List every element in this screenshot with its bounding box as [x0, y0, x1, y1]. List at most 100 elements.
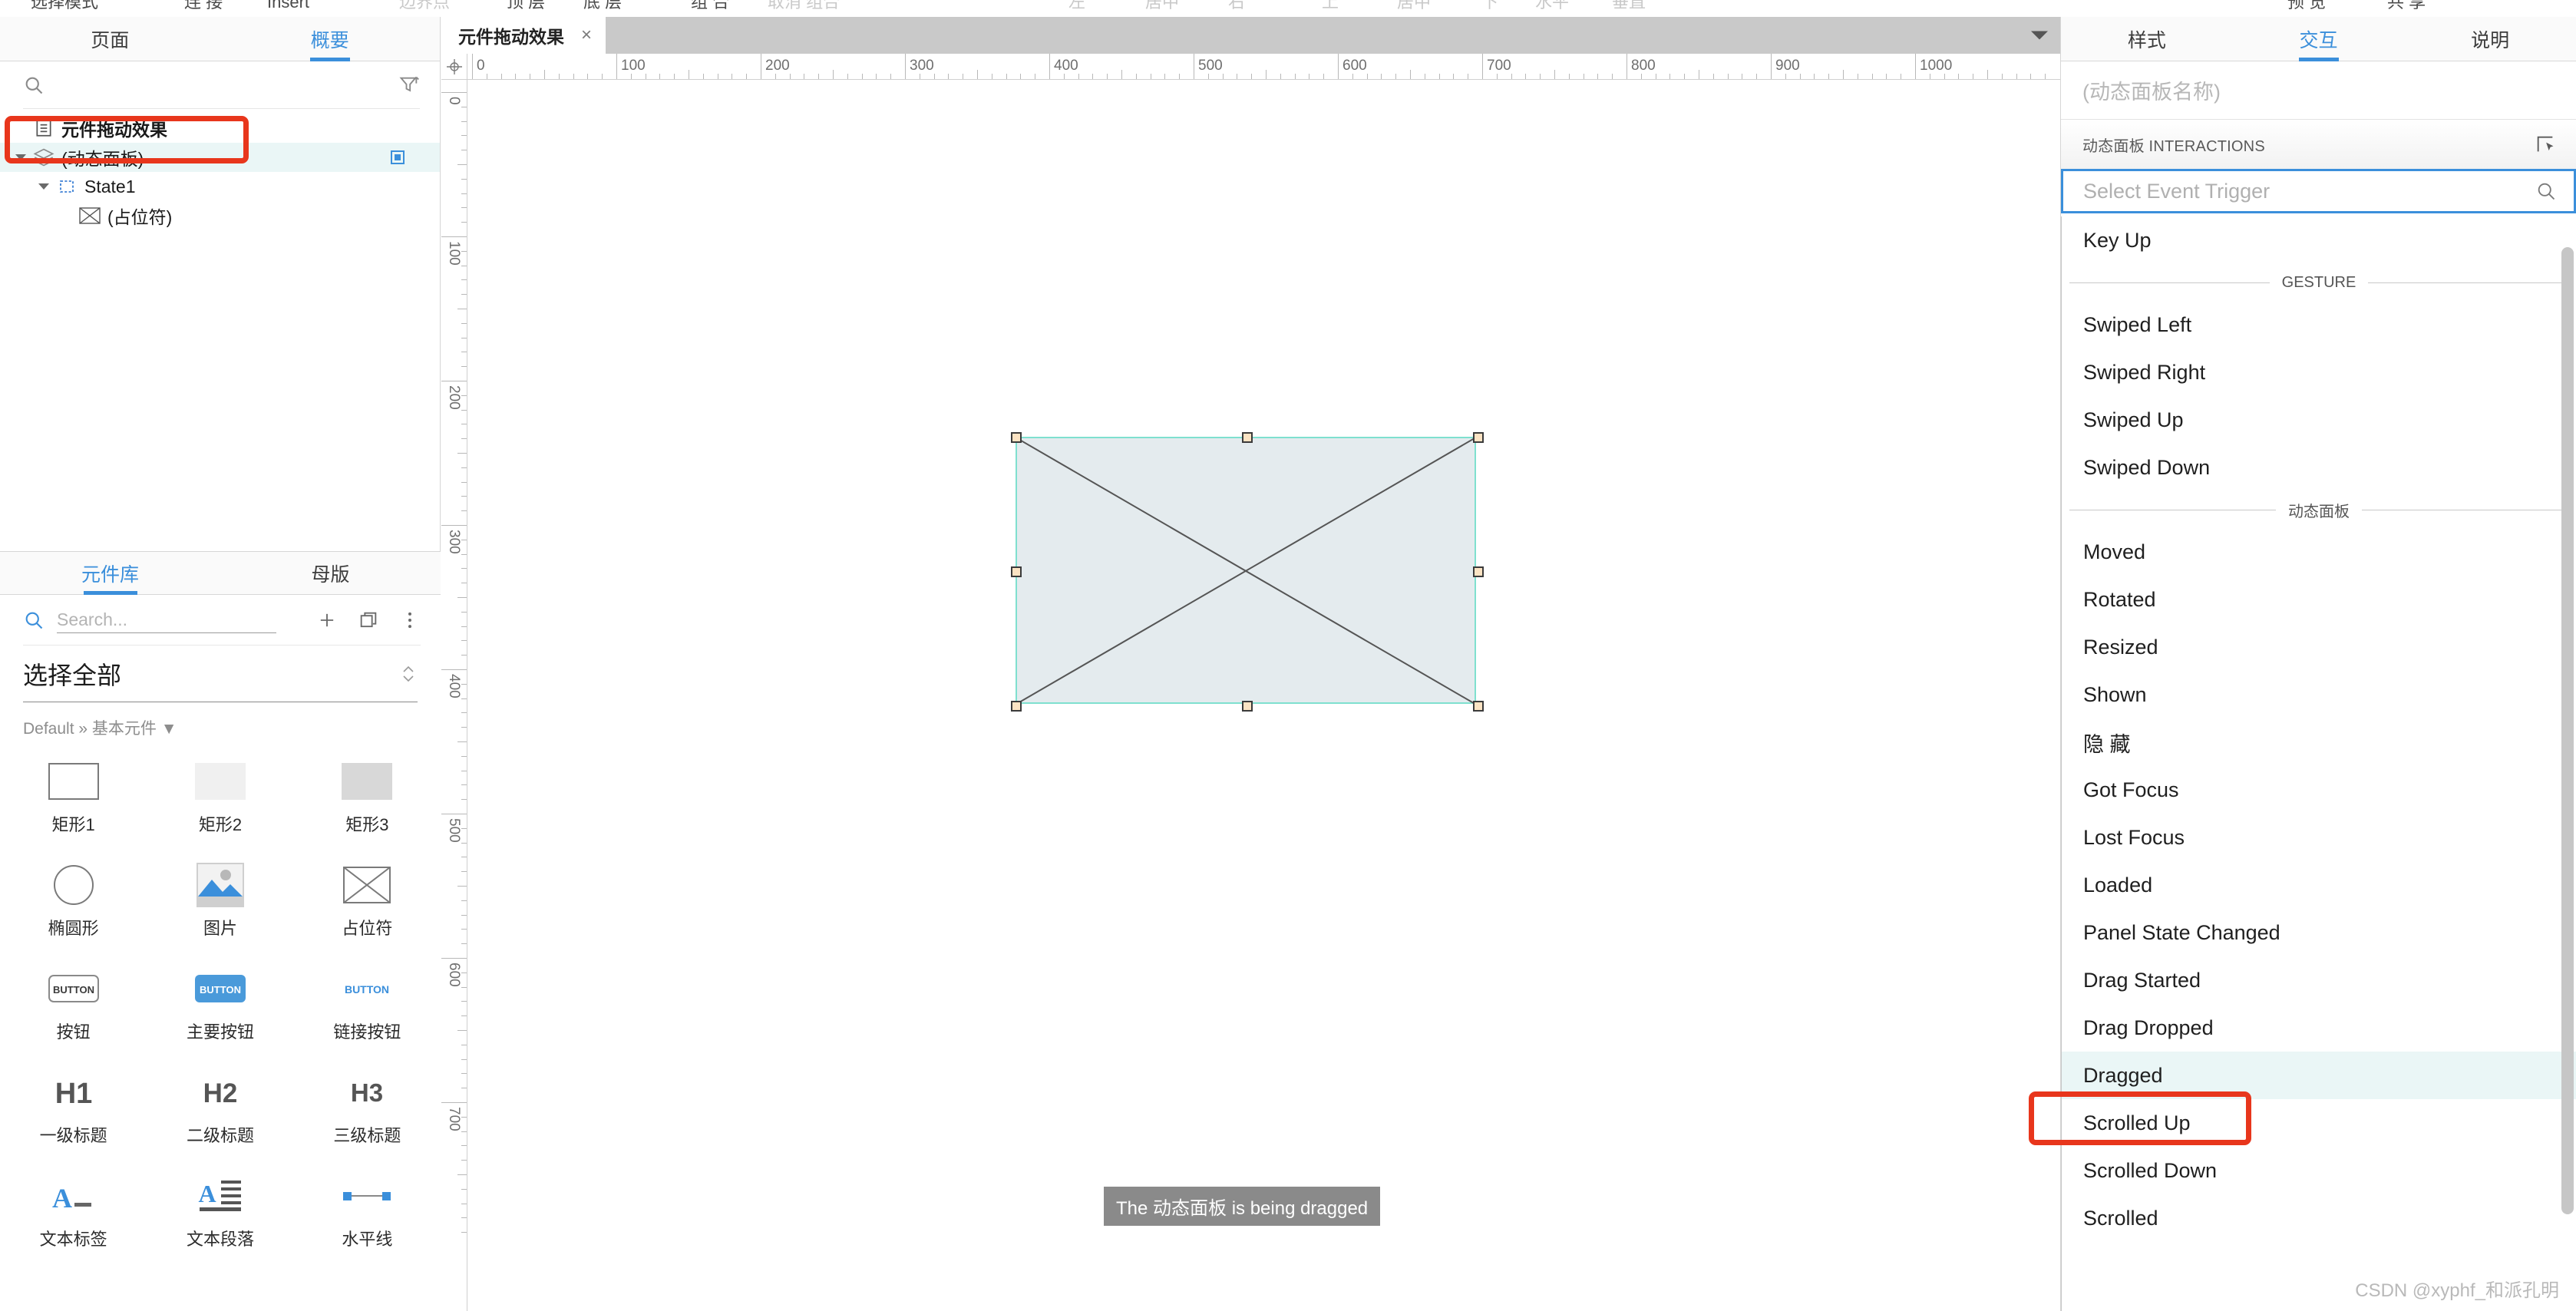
- toolbar-item-13[interactable]: 下: [1481, 0, 1498, 14]
- resize-handle-n[interactable]: [1242, 432, 1253, 443]
- inspector-tab-1[interactable]: 交互: [2233, 17, 2405, 61]
- dropdown-item[interactable]: Shown: [2062, 671, 2576, 718]
- resize-handle-se[interactable]: [1473, 701, 1484, 712]
- toolbar-item-0[interactable]: 选择模式: [31, 0, 98, 14]
- widget-item[interactable]: BUTTON 主要按钮: [147, 954, 293, 1058]
- toolbar-item-11[interactable]: 上: [1322, 0, 1339, 14]
- resize-handle-e[interactable]: [1473, 566, 1484, 577]
- plus-icon[interactable]: [316, 609, 338, 631]
- widget-item[interactable]: 水平线: [294, 1161, 441, 1265]
- dropdown-item[interactable]: Scrolled Down: [2062, 1147, 2576, 1194]
- widget-item[interactable]: 矩形1: [0, 747, 147, 850]
- dropdown-item[interactable]: Dragged: [2062, 1052, 2576, 1099]
- more-vertical-icon[interactable]: [399, 609, 421, 631]
- dropdown-item[interactable]: Drag Dropped: [2062, 1004, 2576, 1052]
- search-icon[interactable]: [2535, 180, 2557, 202]
- tree-row-label: 元件拖动效果: [61, 120, 167, 140]
- widget-item[interactable]: H1 一级标题: [0, 1058, 147, 1161]
- panel-name-input[interactable]: (动态面板名称): [2061, 61, 2576, 120]
- duplicate-icon[interactable]: [358, 609, 379, 631]
- widget-item[interactable]: 矩形3: [294, 747, 441, 850]
- event-trigger-input[interactable]: Select Event Trigger: [2061, 169, 2576, 213]
- toolbar-item-15[interactable]: 垂直: [1612, 0, 1646, 14]
- dropdown-item[interactable]: Swiped Down: [2062, 444, 2576, 491]
- dropdown-item[interactable]: Scrolled Up: [2062, 1099, 2576, 1147]
- ruler-origin-icon[interactable]: [441, 54, 467, 80]
- resize-handle-sw[interactable]: [1011, 701, 1022, 712]
- widget-item[interactable]: 图片: [147, 850, 293, 954]
- inspector-tab-2[interactable]: 说明: [2404, 17, 2576, 61]
- widget-item[interactable]: BUTTON 链接按钮: [294, 954, 441, 1058]
- outline-tab-1[interactable]: 概要: [220, 17, 441, 61]
- toolbar-item-1[interactable]: 连 接: [184, 0, 223, 14]
- library-search-row[interactable]: Search...: [0, 595, 441, 646]
- select-target-icon[interactable]: [2535, 134, 2556, 155]
- widget-item[interactable]: H3 三级标题: [294, 1058, 441, 1161]
- dropdown-item[interactable]: Lost Focus: [2062, 814, 2576, 861]
- toolbar-item-10[interactable]: 右: [1228, 0, 1245, 14]
- outline-search-row[interactable]: [0, 61, 440, 109]
- toolbar-item-7[interactable]: 取消 组合: [768, 0, 840, 14]
- filter-icon[interactable]: [398, 74, 420, 96]
- toolbar-item-4[interactable]: 顶 层: [507, 0, 545, 14]
- dropdown-item[interactable]: Resized: [2062, 623, 2576, 671]
- resize-handle-w[interactable]: [1011, 566, 1022, 577]
- toolbar-item-8[interactable]: 左: [1068, 0, 1085, 14]
- tree-row[interactable]: State1: [0, 172, 440, 201]
- panel-state-badge[interactable]: [391, 150, 405, 164]
- widget-item[interactable]: BUTTON 按钮: [0, 954, 147, 1058]
- widget-item-label: 水平线: [342, 1230, 393, 1249]
- library-select-all[interactable]: 选择全部: [23, 646, 418, 702]
- event-trigger-dropdown[interactable]: Key Up GESTURE Swiped Left Swiped Right Swip…: [2061, 216, 2576, 1311]
- dropdown-item[interactable]: Moved: [2062, 528, 2576, 576]
- dropdown-item[interactable]: Drag Started: [2062, 956, 2576, 1004]
- widget-item[interactable]: 占位符: [294, 850, 441, 954]
- widget-item[interactable]: 矩形2: [147, 747, 293, 850]
- toolbar-item-17[interactable]: 共 享: [2387, 0, 2426, 14]
- library-search-input[interactable]: Search...: [57, 607, 276, 633]
- resize-handle-nw[interactable]: [1011, 432, 1022, 443]
- library-tab-0[interactable]: 元件库: [0, 552, 220, 594]
- placeholder-widget[interactable]: [1011, 432, 1484, 712]
- dropdown-item[interactable]: Loaded: [2062, 861, 2576, 909]
- document-tab[interactable]: 元件拖动效果 ×: [441, 17, 606, 54]
- dropdown-item[interactable]: Swiped Right: [2062, 348, 2576, 396]
- toolbar-item-12[interactable]: 居中: [1397, 0, 1431, 14]
- widget-item[interactable]: A 文本标签: [0, 1161, 147, 1265]
- chevron-down-icon[interactable]: [2031, 31, 2048, 40]
- widget-item[interactable]: H2 二级标题: [147, 1058, 293, 1161]
- toolbar-item-6[interactable]: 组 合: [691, 0, 729, 14]
- resize-handle-ne[interactable]: [1473, 432, 1484, 443]
- resize-handle-s[interactable]: [1242, 701, 1253, 712]
- dropdown-item[interactable]: Got Focus: [2062, 766, 2576, 814]
- dropdown-item[interactable]: Panel State Changed: [2062, 909, 2576, 956]
- close-icon[interactable]: ×: [581, 25, 592, 46]
- widget-item[interactable]: A 文本段落: [147, 1161, 293, 1265]
- library-breadcrumb[interactable]: Default » 基本元件 ▼: [0, 702, 441, 747]
- toolbar-item-14[interactable]: 水平: [1535, 0, 1569, 14]
- dropdown-scrollbar[interactable]: [2561, 247, 2574, 1214]
- toolbar-item-5[interactable]: 底 层: [583, 0, 622, 14]
- dropdown-item[interactable]: Key Up: [2062, 216, 2576, 264]
- tree-row[interactable]: (占位符): [0, 201, 440, 230]
- outline-tab-0[interactable]: 页面: [0, 17, 220, 61]
- toolbar-item-3[interactable]: 边界点: [399, 0, 450, 14]
- tree-row[interactable]: 元件拖动效果: [0, 114, 440, 143]
- library-tab-1[interactable]: 母版: [220, 552, 441, 594]
- tree-caret-icon[interactable]: [34, 183, 54, 190]
- tree-caret-icon[interactable]: [11, 154, 31, 160]
- dropdown-item[interactable]: Swiped Left: [2062, 301, 2576, 348]
- dropdown-item[interactable]: 隐 藏: [2062, 718, 2576, 766]
- dropdown-item[interactable]: Rotated: [2062, 576, 2576, 623]
- toolbar-item-2[interactable]: Insert: [267, 0, 309, 14]
- toolbar-item-16[interactable]: 预 览: [2287, 0, 2326, 14]
- toolbar-item-9[interactable]: 居中: [1145, 0, 1179, 14]
- text-paragraph-icon: A: [195, 1169, 246, 1223]
- dropdown-item[interactable]: Swiped Up: [2062, 396, 2576, 444]
- widget-item[interactable]: 椭圆形: [0, 850, 147, 954]
- inspector-tab-0[interactable]: 样式: [2061, 17, 2233, 61]
- stepper-icon[interactable]: [399, 661, 418, 687]
- canvas-surface[interactable]: [468, 81, 2060, 1311]
- tree-row[interactable]: (动态面板): [0, 143, 440, 172]
- dropdown-item[interactable]: Scrolled: [2062, 1194, 2576, 1242]
